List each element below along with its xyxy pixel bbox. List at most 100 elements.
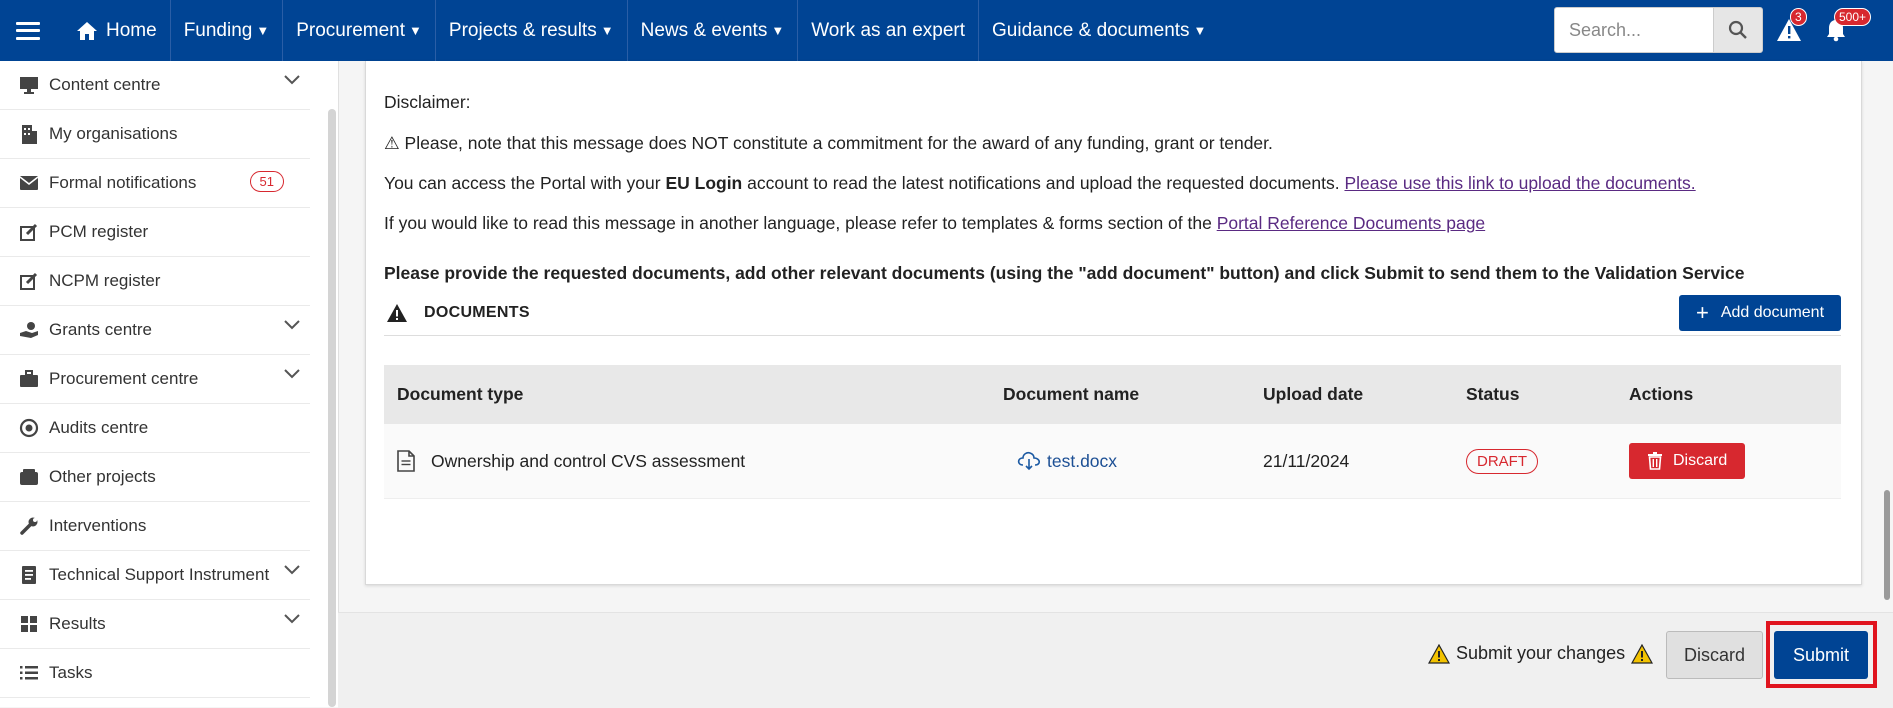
- table-header-row: Document type Document name Upload date …: [384, 365, 1841, 424]
- sidebar-item-label: Results: [49, 614, 106, 633]
- sidebar-item-grants-centre[interactable]: Grants centre: [0, 306, 310, 355]
- documents-table: Document type Document name Upload date …: [384, 365, 1841, 499]
- documents-section-header: DOCUMENTS + Add document: [384, 295, 1841, 336]
- sidebar-item-technical-support-instrument[interactable]: Technical Support Instrument: [0, 551, 310, 600]
- search-field[interactable]: [1554, 7, 1714, 53]
- table-row: Ownership and control CVS assessment tes…: [384, 424, 1841, 499]
- instruction-text: Please provide the requested documents, …: [384, 263, 1745, 283]
- alerts-button[interactable]: 3: [1775, 8, 1807, 44]
- document-name-link[interactable]: test.docx: [1047, 451, 1117, 472]
- sidebar-item-ncpm-register[interactable]: NCPM register: [0, 257, 310, 306]
- sidebar-item-my-organisations[interactable]: My organisations: [0, 110, 310, 159]
- sidebar-item-label: Grants centre: [49, 320, 152, 339]
- document-type-cell: Ownership and control CVS assessment: [431, 450, 746, 471]
- eu-login-label: EU Login: [665, 173, 743, 193]
- sidebar-item-tasks[interactable]: Tasks: [0, 649, 310, 698]
- nav-news-events-label: News & events: [640, 19, 768, 41]
- nav-guidance-documents-label: Guidance & documents: [992, 19, 1190, 41]
- chevron-down-icon: [284, 565, 300, 575]
- sidebar: Content centre My organisations Formal n…: [0, 61, 339, 707]
- menu-toggle-button[interactable]: [0, 0, 56, 61]
- nav-funding-label: Funding: [183, 19, 253, 41]
- column-header-document-type: Document type: [397, 384, 524, 404]
- column-header-status: Status: [1466, 384, 1520, 404]
- notifications-button[interactable]: 500+: [1822, 8, 1872, 44]
- nav-guidance-documents[interactable]: Guidance & documents ▼: [979, 0, 1219, 61]
- nav-home[interactable]: Home: [56, 0, 171, 61]
- warning-icon: [1631, 643, 1654, 664]
- sidebar-item-interventions[interactable]: Interventions: [0, 502, 310, 551]
- status-badge: DRAFT: [1466, 448, 1538, 474]
- briefcase-icon: [18, 368, 40, 390]
- nav-projects-results-label: Projects & results: [448, 19, 597, 41]
- trash-icon: [1648, 452, 1662, 470]
- list-icon: [18, 662, 40, 684]
- cloud-download-icon: [1017, 451, 1040, 471]
- sidebar-item-label: My organisations: [49, 124, 178, 143]
- sidebar-item-label: Formal notifications: [49, 173, 197, 192]
- add-document-label: Add document: [1720, 304, 1825, 321]
- sidebar-item-audits-centre[interactable]: Audits centre: [0, 404, 310, 453]
- search-button[interactable]: [1713, 7, 1763, 53]
- caret-down-icon: ▼: [1193, 23, 1207, 38]
- sidebar-item-label: Other projects: [49, 467, 156, 486]
- hand-coin-icon: [18, 319, 40, 341]
- sidebar-item-label: NCPM register: [49, 271, 161, 290]
- nav-news-events[interactable]: News & events ▼: [628, 0, 799, 61]
- sidebar-item-label: PCM register: [49, 222, 149, 241]
- nav-home-label: Home: [106, 19, 157, 41]
- sidebar-item-pcm-register[interactable]: PCM register: [0, 208, 310, 257]
- documents-title: DOCUMENTS: [424, 304, 530, 321]
- disclaimer-note: ⚠ Please, note that this message does NO…: [384, 133, 1273, 153]
- caret-down-icon: ▼: [256, 23, 270, 38]
- search-input[interactable]: [1567, 18, 1701, 42]
- sidebar-item-results[interactable]: Results: [0, 600, 310, 649]
- discard-button[interactable]: Discard: [1666, 631, 1763, 679]
- language-text: If you would like to read this message i…: [384, 213, 1217, 233]
- sidebar-item-label: Procurement centre: [49, 369, 199, 388]
- building-icon: [18, 123, 40, 145]
- access-text: You can access the Portal with your: [384, 173, 666, 193]
- notifications-badge: 500+: [1834, 8, 1872, 26]
- column-header-actions: Actions: [1629, 384, 1694, 404]
- nav-funding[interactable]: Funding ▼: [171, 0, 284, 61]
- column-header-upload-date: Upload date: [1263, 384, 1364, 404]
- home-icon: [77, 21, 97, 40]
- submit-button[interactable]: Submit: [1774, 631, 1868, 679]
- nav-projects-results[interactable]: Projects & results ▼: [436, 0, 628, 61]
- search-icon: [1728, 20, 1747, 39]
- sidebar-scrollbar[interactable]: [328, 109, 336, 707]
- add-document-button[interactable]: + Add document: [1679, 295, 1841, 331]
- action-footer: [338, 612, 1893, 708]
- caret-down-icon: ▼: [409, 23, 422, 38]
- sidebar-item-formal-notifications[interactable]: Formal notifications 51: [0, 159, 310, 208]
- sidebar-item-other-projects[interactable]: Other projects: [0, 453, 310, 502]
- disclaimer-label: Disclaimer:: [384, 92, 471, 112]
- chevron-down-icon: [284, 614, 300, 624]
- language-paragraph: If you would like to read this message i…: [384, 213, 1485, 234]
- sidebar-item-content-centre[interactable]: Content centre: [0, 61, 310, 110]
- reference-documents-link[interactable]: Portal Reference Documents page: [1217, 213, 1485, 233]
- upload-documents-link[interactable]: Please use this link to upload the docum…: [1344, 173, 1695, 193]
- notification-count-badge: 51: [249, 171, 284, 192]
- monitor-icon: [18, 74, 40, 96]
- edit-icon: [18, 221, 40, 243]
- sidebar-item-label: Interventions: [49, 516, 147, 535]
- edit-icon: [18, 270, 40, 292]
- upload-date-cell: 21/11/2024: [1263, 450, 1350, 471]
- nav-work-as-expert-label: Work as an expert: [811, 19, 966, 41]
- nav-procurement[interactable]: Procurement ▼: [283, 0, 436, 61]
- submit-changes-note: Submit your changes: [1428, 643, 1654, 664]
- grid-icon: [18, 613, 40, 635]
- access-paragraph: You can access the Portal with your EU L…: [384, 173, 1696, 194]
- target-icon: [18, 417, 40, 439]
- warning-icon: [387, 304, 407, 322]
- page-scrollbar[interactable]: [1884, 490, 1890, 600]
- sidebar-item-procurement-centre[interactable]: Procurement centre: [0, 355, 310, 404]
- wrench-icon: [18, 515, 40, 537]
- discard-document-button[interactable]: Discard: [1629, 443, 1746, 479]
- nav-work-as-expert[interactable]: Work as an expert: [798, 0, 980, 61]
- document-name-cell[interactable]: test.docx: [1003, 451, 1263, 472]
- sidebar-item-label: Content centre: [49, 75, 161, 94]
- caret-down-icon: ▼: [600, 23, 614, 38]
